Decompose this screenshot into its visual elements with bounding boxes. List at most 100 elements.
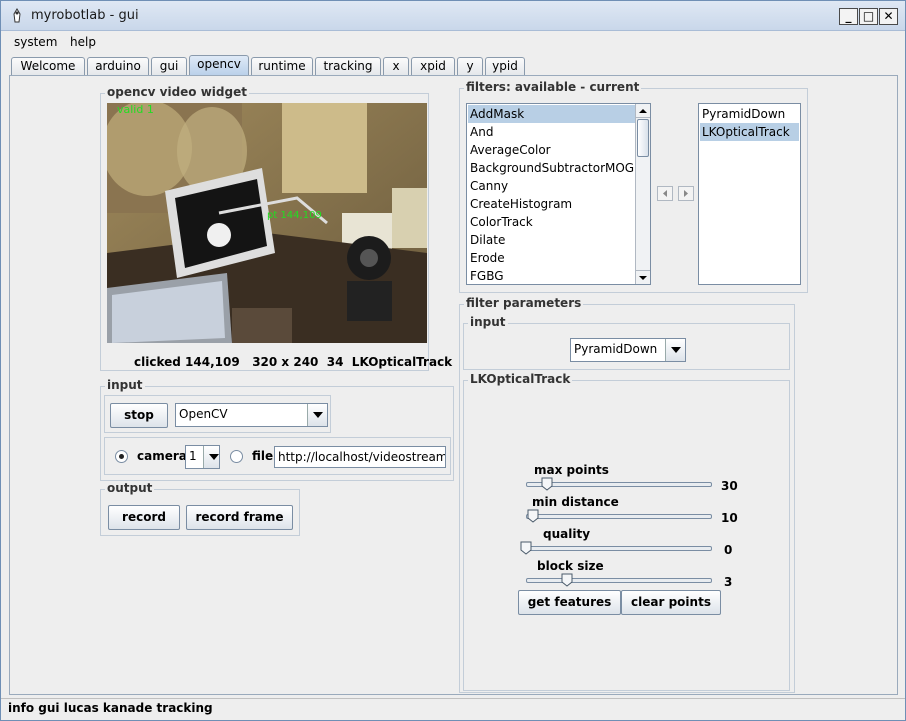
quality-value: 0 (724, 543, 733, 557)
camera-file-subgroup: camera 1 file http://localhost/videostre… (104, 437, 451, 475)
tab-ypid[interactable]: ypid (485, 57, 525, 76)
app-window: myrobotlab - gui _ □ ✕ system help Welco… (0, 0, 906, 721)
min-distance-value: 10 (721, 511, 738, 525)
filter-item-addmask[interactable]: AddMask (468, 105, 636, 123)
camera-radio[interactable] (115, 450, 128, 463)
max-points-value: 30 (721, 479, 738, 493)
tab-arduino[interactable]: arduino (87, 57, 149, 76)
opencv-panel: opencv video widget valid 1 pt 144,109 c… (9, 75, 898, 695)
quality-slider[interactable] (526, 546, 712, 551)
lk-legend: LKOpticalTrack (468, 372, 573, 386)
filter-input-select[interactable]: PyramidDown (570, 338, 686, 362)
filter-item-erode[interactable]: Erode (468, 249, 505, 267)
min-distance-label: min distance (532, 495, 619, 509)
input-legend: input (105, 378, 145, 392)
input-group: input stop OpenCV camera 1 file http://l (100, 378, 454, 481)
get-features-button[interactable]: get features (518, 590, 621, 615)
filter-item-colortrack[interactable]: ColorTrack (468, 213, 533, 231)
tab-opencv[interactable]: opencv (189, 55, 249, 76)
file-label: file (252, 449, 274, 463)
chevron-down-icon[interactable] (203, 446, 219, 468)
chevron-down-icon[interactable] (307, 404, 327, 426)
camera-index-value: 1 (189, 449, 197, 463)
maximize-button[interactable]: □ (859, 8, 878, 25)
video-frame[interactable]: valid 1 pt 144,109 (107, 103, 427, 343)
stop-button[interactable]: stop (110, 403, 168, 428)
filters-legend: filters: available - current (464, 80, 642, 94)
window-title: myrobotlab - gui (31, 8, 139, 23)
quality-thumb[interactable] (520, 541, 532, 555)
max-points-slider[interactable] (526, 482, 712, 487)
current-filter-lkopticaltrack[interactable]: LKOpticalTrack (700, 123, 799, 141)
min-distance-thumb[interactable] (527, 509, 539, 523)
status-text: info gui lucas kanade tracking (8, 701, 213, 715)
add-filter-button[interactable] (678, 186, 694, 201)
filters-group: filters: available - current AddMask And… (459, 80, 808, 293)
filter-item-averagecolor[interactable]: AverageColor (468, 141, 551, 159)
filter-item-and[interactable]: And (468, 123, 493, 141)
file-radio[interactable] (230, 450, 243, 463)
output-group: output record record frame (100, 481, 300, 536)
record-button[interactable]: record (108, 505, 180, 530)
tab-xpid[interactable]: xpid (411, 57, 455, 76)
arrow-right-icon (684, 190, 688, 197)
filter-parameters-legend: filter parameters (464, 296, 584, 310)
tab-y[interactable]: y (457, 57, 483, 76)
block-size-thumb[interactable] (561, 573, 573, 587)
available-filters-list[interactable]: AddMask And AverageColor BackgroundSubtr… (466, 103, 651, 285)
current-filters-list[interactable]: PyramidDown LKOpticalTrack (698, 103, 801, 285)
current-filter-pyramiddown[interactable]: PyramidDown (700, 105, 799, 123)
tab-runtime[interactable]: runtime (251, 57, 313, 76)
max-points-thumb[interactable] (541, 477, 553, 491)
lk-subgroup: LKOpticalTrack max points 30 min distanc… (463, 372, 790, 691)
tab-bar: Welcome arduino gui opencv runtime track… (1, 55, 905, 76)
filter-item-dilate[interactable]: Dilate (468, 231, 505, 249)
close-button[interactable]: ✕ (879, 8, 898, 25)
status-bar: info gui lucas kanade tracking (1, 698, 905, 720)
source-subgroup: stop OpenCV (104, 395, 331, 433)
video-widget-legend: opencv video widget (105, 85, 249, 99)
app-icon (13, 8, 21, 23)
source-select-value: OpenCV (179, 407, 228, 421)
output-legend: output (105, 481, 155, 495)
menu-help[interactable]: help (70, 35, 96, 49)
filter-input-legend: input (468, 315, 508, 329)
file-url-value: http://localhost/videostream.cgi (278, 450, 446, 464)
chevron-down-icon[interactable] (665, 339, 685, 361)
remove-filter-button[interactable] (657, 186, 673, 201)
tab-gui[interactable]: gui (151, 57, 187, 76)
scroll-up-icon[interactable] (636, 104, 650, 118)
overlay-valid: valid 1 (117, 103, 154, 116)
clear-points-button[interactable]: clear points (621, 590, 721, 615)
filter-item-backgroundsubtractor[interactable]: BackgroundSubtractorMOG2 (468, 159, 642, 177)
minimize-button[interactable]: _ (839, 8, 858, 25)
record-frame-button[interactable]: record frame (186, 505, 293, 530)
camera-index-select[interactable]: 1 (185, 445, 220, 469)
file-url-input[interactable]: http://localhost/videostream.cgi (274, 446, 446, 468)
filter-parameters-group: filter parameters input PyramidDown LKOp… (459, 296, 795, 693)
filters-scrollbar[interactable] (635, 104, 650, 284)
arrow-left-icon (663, 190, 667, 197)
filter-item-createhistogram[interactable]: CreateHistogram (468, 195, 572, 213)
tab-tracking[interactable]: tracking (315, 57, 381, 76)
source-select[interactable]: OpenCV (175, 403, 328, 427)
video-status: clicked 144,109 320 x 240 34 LKOpticalTr… (134, 355, 453, 369)
title-bar[interactable]: myrobotlab - gui _ □ ✕ (1, 1, 905, 31)
max-points-label: max points (534, 463, 609, 477)
quality-label: quality (543, 527, 591, 541)
filter-item-canny[interactable]: Canny (468, 177, 508, 195)
camera-label: camera (137, 449, 187, 463)
tab-x[interactable]: x (383, 57, 409, 76)
tab-welcome[interactable]: Welcome (11, 57, 85, 76)
block-size-slider[interactable] (526, 578, 712, 583)
scroll-thumb[interactable] (637, 119, 649, 157)
scroll-down-icon[interactable] (636, 270, 650, 284)
filter-item-fgbg[interactable]: FGBG (468, 267, 504, 285)
min-distance-slider[interactable] (526, 514, 712, 519)
filter-input-subgroup: input PyramidDown (463, 315, 790, 370)
video-widget-group: opencv video widget valid 1 pt 144,109 c… (100, 85, 452, 371)
filter-input-value: PyramidDown (574, 342, 658, 356)
block-size-value: 3 (724, 575, 733, 589)
menu-system[interactable]: system (14, 35, 57, 49)
menu-bar: system help (1, 32, 905, 54)
